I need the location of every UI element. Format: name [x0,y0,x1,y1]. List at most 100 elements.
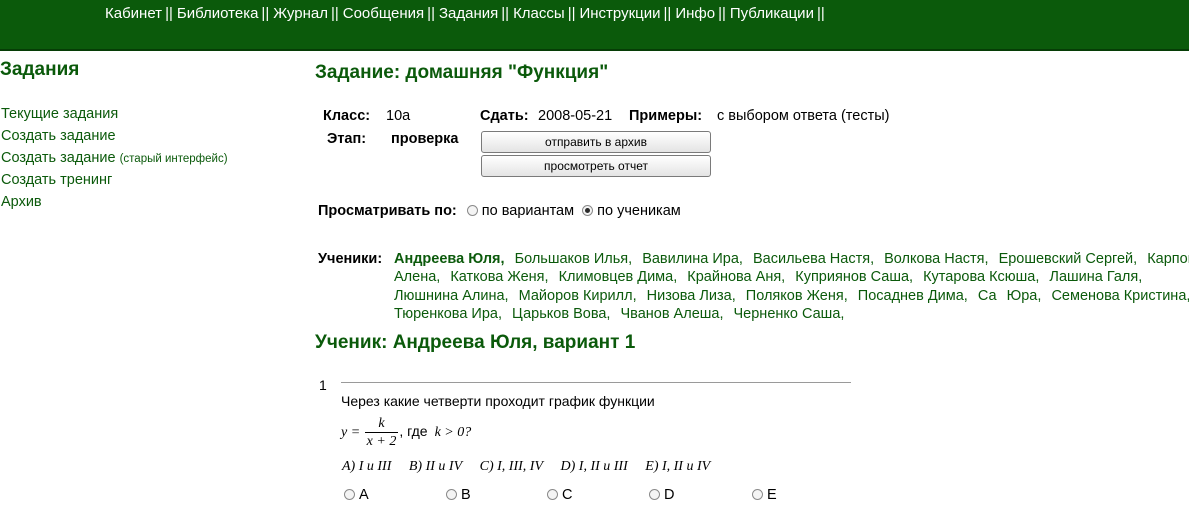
sidebar-item-current-tasks: Текущие задания [1,104,228,126]
archive-button[interactable]: отправить в архив [481,131,711,153]
view-by-students-option[interactable]: по ученикам [582,203,681,219]
student-link[interactable]: Майоров Кирилл, [519,288,637,304]
nav-link-messages[interactable]: Сообщения [343,5,424,22]
student-link[interactable]: Чванов Алеша, [620,306,723,322]
student-link[interactable]: Са [978,288,997,304]
sidebar-link-create-training[interactable]: Создать тренинг [1,172,112,188]
choice-e[interactable]: E [752,487,777,503]
choice-a[interactable]: A [344,487,369,503]
nav-link-instructions[interactable]: Инструкции [579,5,660,22]
view-by-variants-option[interactable]: по вариантам [466,203,574,219]
formula-lhs: y = [341,425,361,441]
choice-b[interactable]: B [446,487,471,503]
nav-separator: || [330,5,339,22]
nav-link-library[interactable]: Библиотека [177,5,259,22]
nav-link-cabinet[interactable]: Кабинет [105,5,162,22]
student-link[interactable]: Кутарова Ксюша, [923,269,1039,285]
choice-d[interactable]: D [649,487,674,503]
choice-b-radio[interactable] [446,489,457,500]
choice-a-radio[interactable] [344,489,355,500]
choice-d-label: D [664,487,675,503]
choice-c-label: C [562,487,573,503]
class-value: 10а [386,108,411,124]
choice-d-radio[interactable] [649,489,660,500]
answer-option-c: C) I, III, IV [479,459,544,474]
answer-option-a: A) I и III [342,459,392,474]
student-link[interactable]: Тюренкова Ира, [394,306,502,322]
student-link[interactable]: Крайнова Аня, [687,269,785,285]
sidebar-item-create-task-old: Создать задание (старый интерфейс) [1,148,228,170]
nav-link-info[interactable]: Инфо [675,5,715,22]
answer-options-text: A) I и III B) II и IV C) I, III, IV D) I… [342,459,724,475]
nav-link-assignments[interactable]: Задания [439,5,498,22]
student-link[interactable]: Юра, [1007,288,1042,304]
nav-link-publications[interactable]: Публикации [730,5,814,22]
student-link[interactable]: Волкова Настя, [884,251,988,267]
student-link[interactable]: Поляков Женя, [746,288,848,304]
class-label: Класс: [323,108,371,124]
sidebar-menu: Текущие задания Создать задание Создать … [1,104,228,214]
student-link[interactable]: Посаднев Дима, [858,288,968,304]
question-divider [341,382,851,383]
choice-c-radio[interactable] [547,489,558,500]
answer-option-e: E) I, II и IV [645,459,711,474]
student-link[interactable]: Лашина Галя, [1049,269,1142,285]
student-link[interactable]: Семенова Кристина, [1051,288,1189,304]
view-by-variants-radio[interactable] [466,205,478,216]
view-by-students-radio[interactable] [582,205,594,216]
choice-a-label: A [359,487,369,503]
formula-fraction: k x + 2 [364,416,399,450]
student-link[interactable]: Васильева Настя, [753,251,874,267]
choice-e-radio[interactable] [752,489,763,500]
examples-label: Примеры: [629,108,703,124]
student-link[interactable]: Каткова Женя, [450,269,548,285]
formula-denominator: x + 2 [364,432,399,449]
formula-condition: k > 0? [434,425,472,441]
sidebar-item-create-task: Создать задание [1,126,228,148]
student-link[interactable]: Вавилина Ира, [642,251,743,267]
sidebar-link-label: Создать задание [1,150,116,166]
choice-b-label: B [461,487,471,503]
sidebar-link-current-tasks[interactable]: Текущие задания [1,106,118,122]
due-value: 2008-05-21 [538,108,613,124]
nav-separator: || [816,5,825,22]
student-link[interactable]: Царьков Вова, [512,306,610,322]
question-number: 1 [319,377,327,393]
sidebar-link-note: (старый интерфейс) [119,153,228,165]
student-link[interactable]: Большаков Илья, [515,251,633,267]
student-link[interactable]: Андреева Юля, [394,251,505,267]
stage-label: Этап: [327,131,367,147]
student-link[interactable]: Ерошевский Сергей, [999,251,1138,267]
sidebar-link-create-task-old[interactable]: Создать задание (старый интерфейс) [1,150,228,166]
choice-e-label: E [767,487,777,503]
view-report-button[interactable]: просмотреть отчет [481,155,711,177]
question-text: Через какие четверти проходит график фун… [341,393,655,409]
examples-value: с выбором ответа (тесты) [717,108,890,124]
nav-separator: || [501,5,510,22]
nav-link-journal[interactable]: Журнал [273,5,328,22]
view-by-students-label: по ученикам [597,203,681,219]
student-link[interactable]: Черненко Саша, [734,306,845,322]
student-variant-title: Ученик: Андреева Юля, вариант 1 [315,332,636,353]
student-link[interactable]: Люшнина Алина, [394,288,509,304]
sidebar-link-create-task[interactable]: Создать задание [1,128,116,144]
students-list: Андреева Юля, Большаков Илья, Вавилина И… [394,250,1189,323]
nav-separator: || [718,5,726,22]
choice-c[interactable]: C [547,487,572,503]
student-link[interactable]: Куприянов Саша, [795,269,913,285]
top-nav-bar: Кабинет || Библиотека || Журнал || Сообщения ||… [0,0,1189,51]
answer-option-d: D) I, II и III [560,459,628,474]
formula-numerator: k [378,416,385,431]
top-nav: Кабинет || Библиотека || Журнал || Сообщения ||… [105,5,829,22]
sidebar-title: Задания [0,59,80,80]
due-label: Сдать: [480,108,529,124]
nav-separator: || [663,5,672,22]
view-mode-selector: Просматривать по: по вариантам по ученик… [318,203,685,219]
nav-link-classes[interactable]: Классы [513,5,565,22]
student-link[interactable]: Климовцев Дима, [559,269,678,285]
nav-separator: || [427,5,435,22]
sidebar-link-archive[interactable]: Архив [1,194,42,210]
nav-separator: || [165,5,173,22]
student-link[interactable]: Низова Лиза, [647,288,736,304]
view-mode-label: Просматривать по: [318,203,457,219]
